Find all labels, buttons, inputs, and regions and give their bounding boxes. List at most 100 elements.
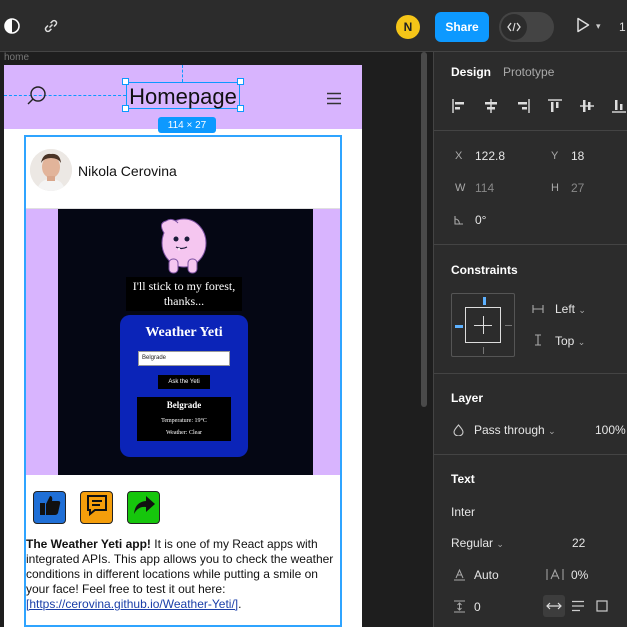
thumbs-up-icon — [38, 493, 62, 522]
font-weight-select[interactable]: Regular ⌄ — [451, 536, 504, 550]
resize-handle[interactable] — [122, 78, 129, 85]
alignment-toolbar — [451, 98, 626, 114]
canvas-scrollbar[interactable] — [421, 52, 427, 407]
auto-height-icon[interactable] — [567, 595, 589, 617]
line-height-icon — [453, 568, 466, 584]
post-media: I'll stick to my forest, thanks... Weath… — [26, 209, 340, 475]
constraint-right-indicator[interactable] — [505, 325, 512, 326]
link-icon[interactable] — [39, 14, 63, 38]
constraints-title: Constraints — [451, 263, 518, 277]
constraints-widget[interactable] — [451, 293, 515, 357]
properties-panel: Design Prototype X 122.8 Y 18 W 114 H 27… — [433, 52, 627, 627]
weather-result: Belgrade Temperature: 19°C Weather: Clea… — [137, 397, 231, 441]
user-avatar[interactable]: N — [396, 15, 420, 39]
hamburger-menu-icon[interactable] — [326, 92, 342, 110]
blend-mode-icon — [453, 424, 464, 439]
w-value[interactable]: 114 — [475, 181, 494, 195]
home-frame[interactable]: Homepage 114 × 27 Nikola Cerovina I'll s… — [4, 65, 362, 627]
post-description: The Weather Yeti app! It is one of my Re… — [26, 537, 340, 612]
layer-title: Layer — [451, 391, 484, 405]
constraints-inner-box — [465, 307, 501, 343]
code-brackets-icon — [501, 14, 527, 40]
post-card[interactable]: Nikola Cerovina I'll stick to my forest,… — [24, 135, 342, 627]
yeti-quote: I'll stick to my forest, thanks... — [126, 277, 242, 311]
paragraph-spacing-icon — [453, 600, 466, 616]
page-title[interactable]: Homepage — [126, 82, 240, 109]
constraint-top-indicator[interactable] — [483, 297, 486, 305]
x-value[interactable]: 122.8 — [475, 149, 505, 163]
blend-mode-select[interactable]: Pass through ⌄ — [474, 423, 556, 437]
horizontal-constraint-icon — [532, 303, 544, 317]
w-label: W — [455, 182, 466, 194]
share-post-button[interactable] — [127, 491, 160, 524]
align-left-icon[interactable] — [451, 98, 467, 114]
align-horizontal-center-icon[interactable] — [483, 98, 499, 114]
align-bottom-icon[interactable] — [611, 98, 627, 114]
author-name[interactable]: Nikola Cerovina — [78, 163, 177, 179]
measurement-guide — [182, 65, 183, 82]
top-toolbar: N Share ▾ 1 — [0, 0, 627, 52]
zoom-level[interactable]: 1 — [619, 20, 626, 34]
city-input: Belgrade — [138, 351, 230, 366]
share-button[interactable]: Share — [435, 12, 489, 42]
divider — [434, 373, 627, 374]
result-weather: Weather: Clear — [166, 430, 202, 436]
app-screenshot: I'll stick to my forest, thanks... Weath… — [58, 209, 313, 475]
divider — [434, 244, 627, 245]
share-arrow-icon — [132, 493, 156, 522]
tab-prototype[interactable]: Prototype — [503, 65, 554, 79]
post-end: . — [238, 597, 242, 611]
constraint-bottom-indicator[interactable] — [483, 347, 484, 354]
comment-button[interactable] — [80, 491, 113, 524]
result-city: Belgrade — [166, 400, 202, 410]
text-title: Text — [451, 472, 475, 486]
dev-mode-toggle[interactable] — [499, 12, 554, 42]
project-link[interactable]: [https://cerovina.github.io/Weather-Yeti… — [26, 597, 238, 611]
h-label: H — [551, 182, 559, 194]
rotation-icon — [454, 214, 464, 228]
selection-size-tag: 114 × 27 — [158, 117, 216, 133]
tab-design[interactable]: Design — [451, 65, 491, 79]
present-play-icon[interactable] — [576, 17, 590, 38]
font-size-input[interactable]: 22 — [572, 536, 585, 550]
theme-toggle-icon[interactable] — [0, 14, 24, 38]
vertical-constraint-select[interactable]: Top ⌄ — [555, 334, 585, 348]
weather-card: Weather Yeti Belgrade Ask the Yeti Belgr… — [120, 315, 248, 457]
frame-label[interactable]: home — [4, 52, 29, 63]
vertical-constraint-icon — [534, 334, 542, 349]
post-headline: The Weather Yeti app! — [26, 537, 151, 551]
constraint-left-indicator[interactable] — [455, 325, 463, 328]
letter-spacing-icon — [546, 568, 564, 584]
letter-spacing-input[interactable]: 0% — [571, 568, 588, 582]
paragraph-spacing-input[interactable]: 0 — [474, 600, 481, 614]
auto-width-icon[interactable] — [543, 595, 565, 617]
line-height-input[interactable]: Auto — [474, 568, 499, 582]
chat-bubble-icon — [85, 493, 109, 522]
align-right-icon[interactable] — [515, 98, 531, 114]
y-value[interactable]: 18 — [571, 149, 584, 163]
ask-yeti-button: Ask the Yeti — [158, 375, 210, 389]
resize-handle[interactable] — [122, 105, 129, 112]
chevron-down-icon[interactable]: ▾ — [596, 21, 601, 32]
figma-app: N Share ▾ 1 home Homepage 114 × 27 Nikol… — [0, 0, 627, 627]
design-canvas[interactable]: home Homepage 114 × 27 Nikola Cerovina I… — [0, 52, 433, 627]
divider — [434, 454, 627, 455]
rotation-value[interactable]: 0° — [475, 213, 486, 227]
align-vertical-center-icon[interactable] — [579, 98, 595, 114]
resize-handle[interactable] — [237, 105, 244, 112]
search-icon[interactable] — [26, 85, 48, 112]
like-button[interactable] — [33, 491, 66, 524]
app-title: Weather Yeti — [145, 325, 223, 340]
post-author: Nikola Cerovina — [26, 137, 340, 209]
y-label: Y — [551, 150, 559, 162]
fixed-size-icon[interactable] — [591, 595, 613, 617]
result-temperature: Temperature: 19°C — [161, 418, 207, 424]
align-top-icon[interactable] — [547, 98, 563, 114]
horizontal-constraint-select[interactable]: Left ⌄ — [555, 302, 586, 316]
divider — [434, 130, 627, 131]
x-label: X — [455, 150, 463, 162]
resize-handle[interactable] — [237, 78, 244, 85]
font-family-select[interactable]: Inter — [451, 505, 475, 519]
h-value[interactable]: 27 — [571, 181, 584, 195]
layer-opacity[interactable]: 100% — [595, 423, 626, 437]
